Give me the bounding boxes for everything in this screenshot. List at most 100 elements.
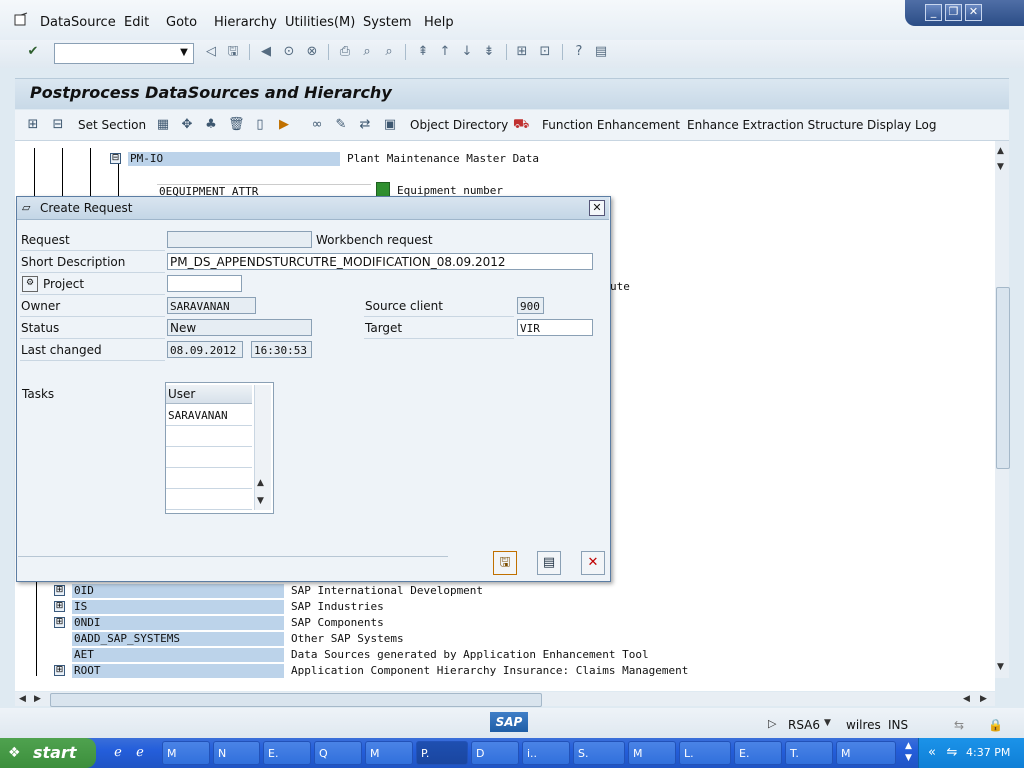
next-page-icon[interactable]: ↓ xyxy=(459,44,475,60)
scroll-right-icon[interactable]: ▶ xyxy=(980,694,987,704)
taskbar-app-button[interactable]: N xyxy=(213,741,260,765)
hierarchy-icon[interactable]: ♣ xyxy=(203,117,219,133)
first-page-icon[interactable]: ⇞ xyxy=(415,44,431,60)
taskbar-app-button[interactable]: D xyxy=(471,741,519,765)
expand-subtree-icon[interactable]: ⊞ xyxy=(25,117,41,133)
restore-button[interactable]: ❐ xyxy=(945,4,962,21)
taskbar-app-button[interactable]: M xyxy=(365,741,413,765)
input-mode[interactable]: INS xyxy=(888,718,908,732)
taskbar-app-button[interactable]: T. xyxy=(785,741,833,765)
help-icon[interactable]: ? xyxy=(571,44,587,60)
enter-icon[interactable]: ✔ xyxy=(25,44,41,60)
detail-icon[interactable]: ▦ xyxy=(155,117,171,133)
menu-edit[interactable]: Edit xyxy=(124,15,149,30)
tasks-column-header[interactable]: User xyxy=(166,385,252,404)
tasks-scrollbar[interactable] xyxy=(254,385,271,510)
display-log-button[interactable]: Display Log xyxy=(867,118,936,132)
cancel-icon[interactable]: ⊗ xyxy=(304,44,320,60)
project-input[interactable] xyxy=(167,275,242,292)
taskbar-app-button-active[interactable]: P. xyxy=(416,741,468,765)
minimize-button[interactable]: _ xyxy=(925,4,942,21)
object-directory-button[interactable]: Object Directory xyxy=(410,118,508,132)
browser-icon[interactable]: ℯ xyxy=(132,745,148,761)
vertical-scroll-thumb[interactable] xyxy=(996,287,1010,469)
tree-node-key[interactable]: 0ID xyxy=(72,584,284,598)
expand-node-icon[interactable]: ⊞ xyxy=(54,585,65,596)
tree-node-key[interactable]: 0NDI xyxy=(72,616,284,630)
table-row[interactable] xyxy=(166,489,252,510)
glasses-icon[interactable]: ∞ xyxy=(309,117,325,133)
save-as-local-icon[interactable]: ▤ xyxy=(537,551,561,575)
print-icon[interactable]: ⎙ xyxy=(337,44,353,60)
network-icon[interactable]: ⇋ xyxy=(944,745,960,761)
menu-help[interactable]: Help xyxy=(424,15,454,30)
table-row[interactable] xyxy=(166,426,252,447)
collapse-node-icon[interactable]: ⊟ xyxy=(110,153,121,164)
collapse-subtree-icon[interactable]: ⊟ xyxy=(50,117,66,133)
scroll-up-icon[interactable]: ▲ xyxy=(997,146,1004,156)
enhance-extraction-structure-button[interactable]: Enhance Extraction Structure xyxy=(687,118,863,132)
last-page-icon[interactable]: ⇟ xyxy=(481,44,497,60)
change-icon[interactable]: ✎ xyxy=(333,117,349,133)
scroll-down-icon[interactable]: ▼ xyxy=(257,496,264,506)
expand-node-icon[interactable]: ⊞ xyxy=(54,617,65,628)
chevron-down-icon[interactable]: ▼ xyxy=(824,718,831,728)
truck-icon[interactable]: ⛟ xyxy=(513,117,529,133)
scroll-down-icon[interactable]: ▼ xyxy=(905,753,912,763)
taskbar-app-button[interactable]: M xyxy=(162,741,210,765)
expand-node-icon[interactable]: ⊞ xyxy=(54,601,65,612)
back-arrow-icon[interactable]: ◁ xyxy=(203,44,219,60)
taskbar-app-button[interactable]: i.. xyxy=(522,741,570,765)
previous-page-icon[interactable]: ↑ xyxy=(437,44,453,60)
horizontal-scroll-thumb[interactable] xyxy=(50,693,542,707)
save-icon[interactable]: 🖫 xyxy=(493,551,517,575)
execute-icon[interactable]: ▶ xyxy=(276,117,292,133)
delete-icon[interactable]: 🗑 xyxy=(228,117,245,133)
object-directory-icon[interactable]: ▣ xyxy=(382,117,398,133)
ie-icon[interactable]: ℯ xyxy=(110,745,126,761)
back-icon[interactable]: ◀ xyxy=(258,44,274,60)
play-icon[interactable]: ▷ xyxy=(768,717,776,730)
layout-icon[interactable]: ▤ xyxy=(593,44,609,60)
menu-hierarchy[interactable]: Hierarchy xyxy=(214,15,277,30)
tree-node-key[interactable]: PM-IO xyxy=(128,152,340,166)
tray-expand-icon[interactable]: « xyxy=(924,745,940,761)
taskbar-app-button[interactable]: L. xyxy=(679,741,731,765)
cancel-icon[interactable]: ✕ xyxy=(581,551,605,575)
tree-node-key[interactable]: AET xyxy=(72,648,284,662)
chevron-down-icon[interactable]: ▼ xyxy=(176,44,192,63)
save-icon[interactable]: 🖫 xyxy=(225,44,241,60)
menu-goto[interactable]: Goto xyxy=(166,15,197,30)
menu-datasource[interactable]: DataSource xyxy=(40,15,116,30)
scroll-left-icon[interactable]: ◀ xyxy=(19,694,26,704)
close-icon[interactable]: ✕ xyxy=(589,200,605,216)
expand-node-icon[interactable]: ⊞ xyxy=(54,665,65,676)
layout-icon[interactable]: ⇆ xyxy=(954,718,964,732)
scroll-down-icon[interactable]: ▼ xyxy=(997,662,1004,672)
tree-node-key[interactable]: 0ADD_SAP_SYSTEMS xyxy=(72,632,284,646)
menu-utilities[interactable]: Utilities(M) xyxy=(285,15,355,30)
find-next-icon[interactable]: ⌕ xyxy=(381,44,397,60)
close-window-button[interactable]: ✕ xyxy=(965,4,982,21)
transport-icon[interactable]: ⇄ xyxy=(357,117,373,133)
exit-icon[interactable]: ⊙ xyxy=(281,44,297,60)
lock-icon[interactable]: 🔒 xyxy=(988,718,1003,732)
function-enhancement-button[interactable]: Function Enhancement xyxy=(542,118,680,132)
tree-node-key[interactable]: IS xyxy=(72,600,284,614)
table-row[interactable] xyxy=(166,468,252,489)
scroll-up-icon[interactable]: ▲ xyxy=(257,478,264,488)
taskbar-app-button[interactable]: Q xyxy=(314,741,362,765)
create-icon[interactable]: ▯ xyxy=(252,117,268,133)
scroll-down-icon[interactable]: ▼ xyxy=(997,162,1004,172)
menu-system[interactable]: System xyxy=(363,15,411,30)
taskbar-app-button[interactable]: E. xyxy=(263,741,311,765)
new-session-icon[interactable]: ⊞ xyxy=(514,44,530,60)
select-icon[interactable]: ✥ xyxy=(179,117,195,133)
scroll-up-icon[interactable]: ▲ xyxy=(905,741,912,751)
taskbar-app-button[interactable]: M xyxy=(628,741,676,765)
table-row[interactable]: SARAVANAN xyxy=(166,405,252,426)
scroll-left-icon[interactable]: ◀ xyxy=(963,694,970,704)
taskbar-app-button[interactable]: M xyxy=(836,741,896,765)
find-icon[interactable]: ⌕ xyxy=(359,44,375,60)
target-input[interactable]: VIR xyxy=(517,319,593,336)
